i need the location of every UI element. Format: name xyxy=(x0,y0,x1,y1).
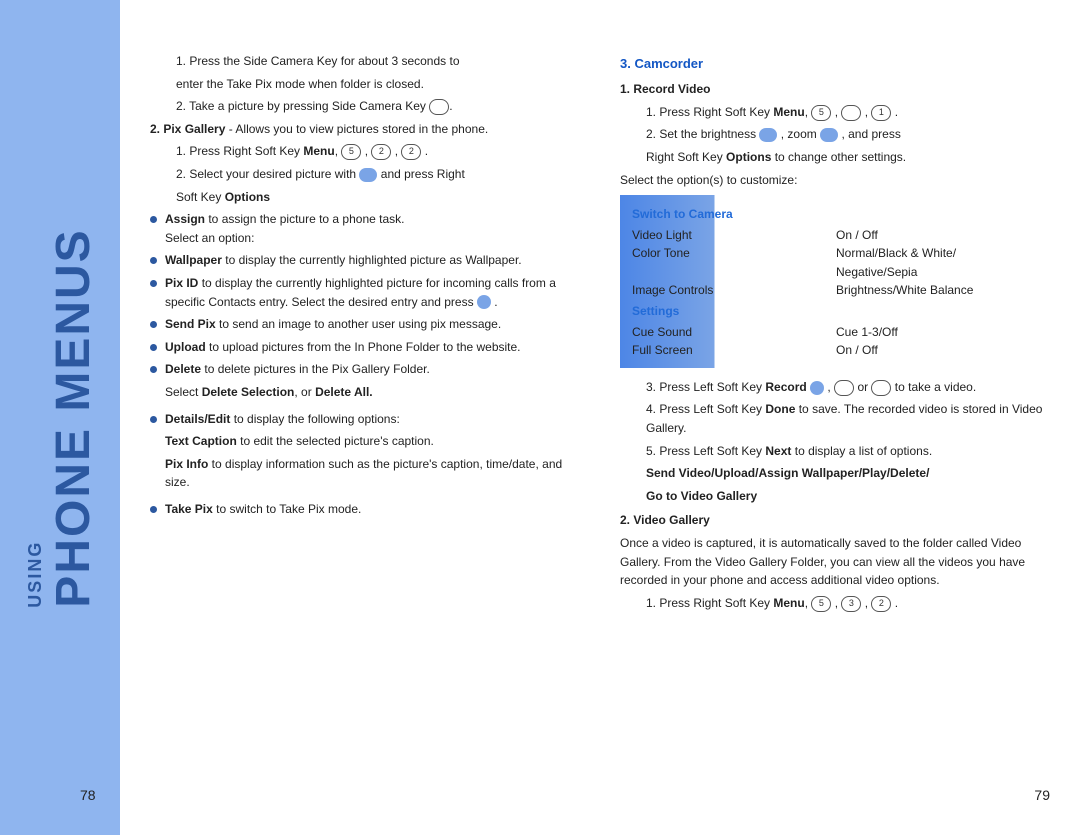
right-column: 3. Camcorder 1. Record Video 1. Press Ri… xyxy=(620,48,1050,805)
key-5-icon: 5 xyxy=(811,596,831,612)
list-item: Send Pix to send an image to another use… xyxy=(150,315,580,334)
ok-key-icon xyxy=(477,295,491,309)
key-blank-icon xyxy=(841,105,861,121)
key-2-icon: 2 xyxy=(371,144,391,160)
bullet-icon xyxy=(150,506,157,513)
bullet-icon xyxy=(150,416,157,423)
sub-text: Select an option: xyxy=(165,229,404,248)
bullet-icon xyxy=(150,344,157,351)
manual-spread: USING PHONE MENUS 1. Press the Side Came… xyxy=(0,0,1080,835)
step-text: 2. Set the brightness , zoom , and press xyxy=(646,125,1050,144)
left-column: 1. Press the Side Camera Key for about 3… xyxy=(150,48,580,805)
heading-video-gallery: 2. Video Gallery xyxy=(620,511,1050,530)
step-text: 1. Press Right Soft Key Menu, 5 , 2 , 2 … xyxy=(176,142,580,161)
key-5-icon: 5 xyxy=(811,105,831,121)
list-item: Assign to assign the picture to a phone … xyxy=(150,210,580,247)
side-camera-key-icon xyxy=(429,99,449,115)
step-text: 3. Press Left Soft Key Record , or to ta… xyxy=(646,378,1050,397)
heading-camcorder: 3. Camcorder xyxy=(620,54,1050,74)
list-item: Pix ID to display the currently highligh… xyxy=(150,274,580,311)
key-5-icon: 5 xyxy=(341,144,361,160)
bullet-icon xyxy=(150,366,157,373)
step-text: Soft Key Options xyxy=(176,188,580,207)
key-3-icon: 3 xyxy=(841,596,861,612)
key-icon xyxy=(834,380,854,396)
key-1-icon: 1 xyxy=(871,105,891,121)
content-columns: 1. Press the Side Camera Key for about 3… xyxy=(120,0,1080,835)
ok-key-icon xyxy=(810,381,824,395)
step-text: 1. Press Right Soft Key Menu, 5 , , 1 . xyxy=(646,103,1050,122)
list-item: Take Pix to switch to Take Pix mode. xyxy=(150,500,580,519)
side-tab-title: USING PHONE MENUS xyxy=(22,228,98,607)
step-text: Right Soft Key Options to change other s… xyxy=(646,148,1050,167)
step-text: enter the Take Pix mode when folder is c… xyxy=(176,75,580,94)
option-group-heading: Switch to Camera xyxy=(632,205,1040,224)
bullet-icon xyxy=(150,321,157,328)
bullet-icon xyxy=(150,216,157,223)
list-item: Upload to upload pictures from the In Ph… xyxy=(150,338,580,357)
brightness-icon xyxy=(759,128,777,142)
side-tab: USING PHONE MENUS xyxy=(0,0,120,835)
key-2-icon: 2 xyxy=(401,144,421,160)
bold-line: Send Video/Upload/Assign Wallpaper/Play/… xyxy=(646,464,1050,483)
option-group-heading: Settings xyxy=(632,302,1040,321)
side-tab-small: USING xyxy=(22,228,50,607)
bold-line: Go to Video Gallery xyxy=(646,487,1050,506)
bullet-icon xyxy=(150,257,157,264)
heading-record-video: 1. Record Video xyxy=(620,80,1050,99)
side-tab-big: PHONE MENUS xyxy=(50,228,98,607)
list-item: Details/Edit to display the following op… xyxy=(150,410,580,496)
step-text: 4. Press Left Soft Key Done to save. The… xyxy=(646,400,1050,437)
step-text: Select the option(s) to customize: xyxy=(620,171,1050,190)
list-item: Wallpaper to display the currently highl… xyxy=(150,251,580,270)
step-text: 1. Press the Side Camera Key for about 3… xyxy=(176,52,580,71)
paragraph: Once a video is captured, it is automati… xyxy=(620,534,1050,590)
options-table: Switch to Camera Video LightOn / Off Col… xyxy=(620,195,1050,368)
nav-key-icon xyxy=(359,168,377,182)
step-text: 5. Press Left Soft Key Next to display a… xyxy=(646,442,1050,461)
bullet-icon xyxy=(150,280,157,287)
page-number-left: 78 xyxy=(80,785,96,807)
pix-gallery-heading: 2. Pix Gallery - Allows you to view pict… xyxy=(150,120,580,139)
list-item: Delete to delete pictures in the Pix Gal… xyxy=(150,360,580,405)
zoom-icon xyxy=(820,128,838,142)
step-text: 2. Select your desired picture with and … xyxy=(176,165,580,184)
key-icon xyxy=(871,380,891,396)
key-2-icon: 2 xyxy=(871,596,891,612)
page-number-right: 79 xyxy=(1034,785,1050,807)
step-text: 1. Press Right Soft Key Menu, 5 , 3 , 2 … xyxy=(646,594,1050,613)
step-text: 2. Take a picture by pressing Side Camer… xyxy=(176,97,580,116)
